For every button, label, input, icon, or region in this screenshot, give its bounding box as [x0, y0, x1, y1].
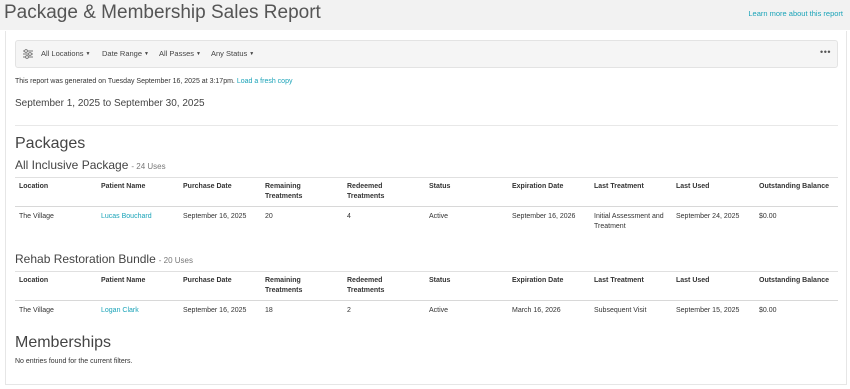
- column-header: Remaining Treatments: [261, 271, 343, 301]
- column-header: Patient Name: [97, 271, 179, 301]
- package-table: Location Patient Name Purchase Date Rema…: [15, 271, 838, 321]
- cell-redeemed: 2: [347, 307, 351, 314]
- report-panel: All Locations ▼ Date Range ▼ All Passes ▼ A…: [5, 31, 847, 385]
- page-title: Package & Membership Sales Report: [4, 2, 321, 23]
- filter-location-dropdown[interactable]: All Locations ▼: [41, 49, 90, 58]
- learn-more-link[interactable]: Learn more about this report: [748, 9, 843, 18]
- column-header: Last Treatment: [590, 177, 672, 207]
- more-options-icon[interactable]: •••: [820, 47, 831, 57]
- column-header: Outstanding Balance: [755, 271, 838, 301]
- cell-purchase-date: September 16, 2025: [183, 213, 247, 220]
- filter-status-label: Any Status: [211, 49, 248, 58]
- divider: [15, 125, 838, 126]
- refresh-report-link[interactable]: Load a fresh copy: [237, 78, 293, 85]
- filter-bar: All Locations ▼ Date Range ▼ All Passes ▼ A…: [15, 40, 838, 68]
- cell-status: Active: [429, 213, 449, 220]
- column-header: Redeemed Treatments: [343, 271, 425, 301]
- filter-date-range-dropdown[interactable]: Date Range ▼: [102, 49, 149, 58]
- cell-purchase-date: September 16, 2025: [183, 307, 247, 314]
- cell-expiration: September 16, 2026: [512, 213, 576, 220]
- memberships-heading: Memberships: [15, 334, 112, 351]
- column-header: Purchase Date: [179, 271, 261, 301]
- column-header: Status: [425, 177, 508, 207]
- package-group-title: All Inclusive Package - 24 Uses: [15, 158, 166, 172]
- table-header-row: Location Patient Name Purchase Date Rema…: [15, 271, 838, 301]
- cell-location: The Village: [19, 213, 54, 220]
- column-header: Purchase Date: [179, 177, 261, 207]
- cell-location: The Village: [19, 307, 54, 314]
- filter-status-dropdown[interactable]: Any Status ▼: [211, 49, 254, 58]
- package-group-title: Rehab Restoration Bundle - 20 Uses: [15, 252, 193, 266]
- caret-down-icon: ▼: [85, 51, 91, 57]
- patient-link[interactable]: Logan Clark: [101, 307, 139, 314]
- table-row: The Village Lucas Bouchard September 16,…: [15, 207, 838, 238]
- packages-heading: Packages: [15, 135, 86, 152]
- cell-redeemed: 4: [347, 213, 351, 220]
- column-header: Last Used: [672, 177, 755, 207]
- caret-down-icon: ▼: [144, 51, 149, 57]
- patient-link[interactable]: Lucas Bouchard: [101, 213, 152, 220]
- column-header: Expiration Date: [508, 177, 590, 207]
- filter-location-label: All Locations: [41, 49, 84, 58]
- generated-notice: This report was generated on Tuesday Sep…: [15, 78, 292, 85]
- table-header-row: Location Patient Name Purchase Date Rema…: [15, 177, 838, 207]
- caret-down-icon: ▼: [249, 51, 255, 57]
- column-header: Last Treatment: [590, 271, 672, 301]
- table-row: The Village Logan Clark September 16, 20…: [15, 301, 838, 322]
- empty-state-message: No entries found for the current filters…: [15, 358, 133, 365]
- package-table: Location Patient Name Purchase Date Rema…: [15, 177, 838, 237]
- filter-settings-icon[interactable]: [22, 48, 34, 60]
- cell-remaining: 18: [265, 307, 273, 314]
- cell-last-used: September 24, 2025: [676, 213, 740, 220]
- generated-text: This report was generated on Tuesday Sep…: [15, 78, 235, 85]
- package-group-uses: - 24 Uses: [131, 162, 166, 171]
- report-date-range: September 1, 2025 to September 30, 2025: [15, 98, 205, 109]
- filter-passes-dropdown[interactable]: All Passes ▼: [159, 49, 201, 58]
- column-header: Patient Name: [97, 177, 179, 207]
- column-header: Location: [15, 177, 97, 207]
- column-header: Expiration Date: [508, 271, 590, 301]
- cell-status: Active: [429, 307, 449, 314]
- cell-last-treatment: Initial Assessment and Treatment: [594, 213, 664, 230]
- cell-balance: $0.00: [759, 213, 777, 220]
- column-header: Last Used: [672, 271, 755, 301]
- cell-last-used: September 15, 2025: [676, 307, 740, 314]
- package-group-name: All Inclusive Package: [15, 158, 129, 172]
- column-header: Remaining Treatments: [261, 177, 343, 207]
- cell-patient: Logan Clark: [97, 301, 179, 322]
- column-header: Location: [15, 271, 97, 301]
- cell-patient: Lucas Bouchard: [97, 207, 179, 238]
- package-group-name: Rehab Restoration Bundle: [15, 252, 156, 266]
- column-header: Redeemed Treatments: [343, 177, 425, 207]
- column-header: Outstanding Balance: [755, 177, 838, 207]
- filter-passes-label: All Passes: [159, 49, 195, 58]
- package-group-uses: - 20 Uses: [158, 256, 193, 265]
- filter-date-range-label: Date Range: [102, 49, 143, 58]
- caret-down-icon: ▼: [196, 51, 201, 57]
- column-header: Status: [425, 271, 508, 301]
- cell-expiration: March 16, 2026: [512, 307, 561, 314]
- cell-last-treatment: Subsequent Visit: [594, 307, 647, 314]
- cell-remaining: 20: [265, 213, 273, 220]
- cell-balance: $0.00: [759, 307, 777, 314]
